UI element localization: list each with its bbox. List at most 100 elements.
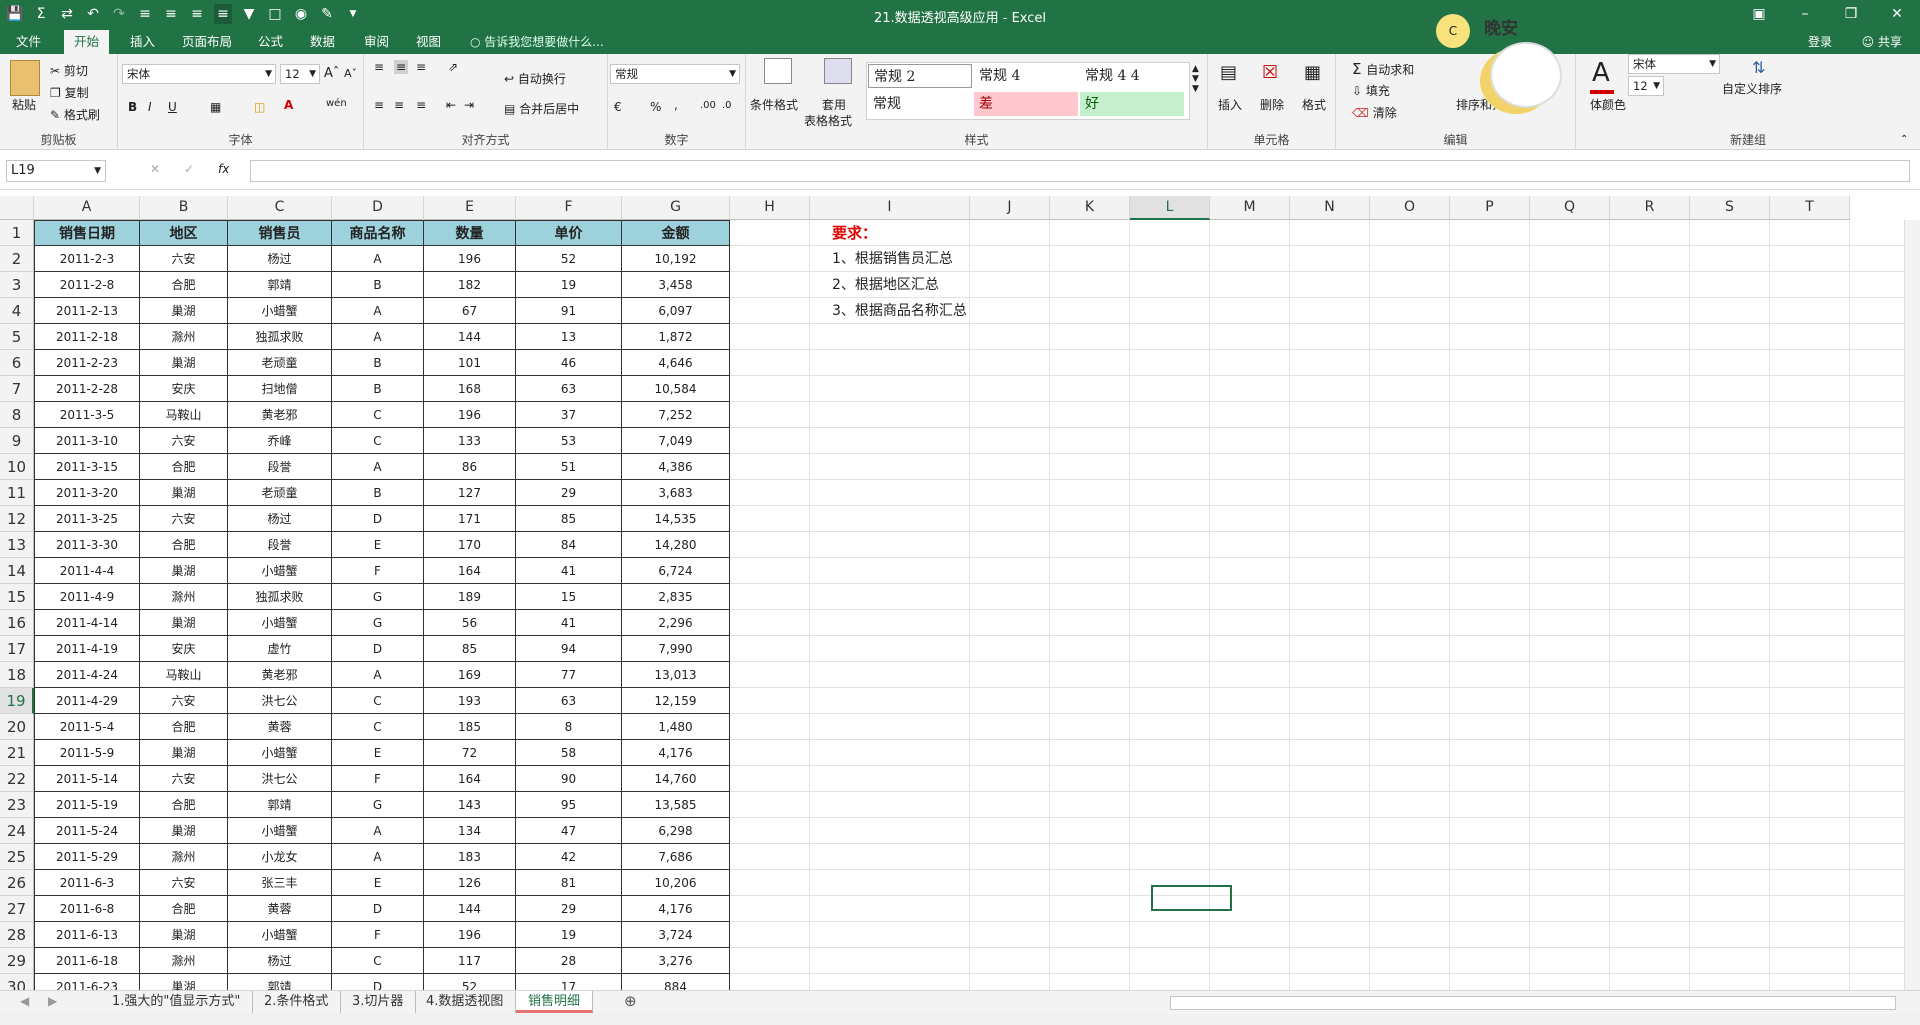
sheet-tab[interactable]: 4.数据透视图 bbox=[414, 991, 517, 1013]
column-header-b[interactable]: B bbox=[140, 196, 228, 220]
column-header-i[interactable]: I bbox=[810, 196, 970, 220]
clear-button[interactable]: ⌫ 清除 bbox=[1352, 104, 1397, 121]
sheet-tab-active[interactable]: 销售明细 bbox=[516, 991, 594, 1013]
table-cell[interactable]: 10,206 bbox=[622, 870, 730, 896]
table-cell[interactable]: 杨过 bbox=[228, 246, 332, 272]
table-cell[interactable]: 黄蓉 bbox=[228, 896, 332, 922]
table-cell[interactable]: 63 bbox=[516, 688, 622, 714]
cancel-icon[interactable]: ✕ bbox=[150, 162, 160, 176]
enter-icon[interactable]: ✓ bbox=[184, 162, 194, 176]
table-cell[interactable]: 黄老邪 bbox=[228, 662, 332, 688]
table-cell[interactable]: 171 bbox=[424, 506, 516, 532]
table-cell[interactable]: 2011-5-4 bbox=[34, 714, 140, 740]
column-header-j[interactable]: J bbox=[970, 196, 1050, 220]
table-header-cell[interactable]: 销售员 bbox=[228, 220, 332, 246]
column-header-t[interactable]: T bbox=[1770, 196, 1850, 220]
orientation-icon[interactable]: ⇗ bbox=[448, 60, 458, 74]
row-header[interactable]: 30 bbox=[0, 974, 34, 990]
gallery-scroll-icon[interactable]: ▲ ▼ ▼ bbox=[1192, 64, 1199, 94]
table-cell[interactable]: 52 bbox=[516, 246, 622, 272]
phonetic-icon[interactable]: wén bbox=[326, 98, 347, 109]
table-cell[interactable]: 小蜡蟹 bbox=[228, 818, 332, 844]
table-cell[interactable]: 郭靖 bbox=[228, 272, 332, 298]
newgroup-font-combo[interactable]: 宋体 ▼ bbox=[1628, 54, 1720, 74]
row-header[interactable]: 13 bbox=[0, 532, 34, 558]
column-header-f[interactable]: F bbox=[516, 196, 622, 220]
row-header[interactable]: 8 bbox=[0, 402, 34, 428]
table-cell[interactable]: 41 bbox=[516, 558, 622, 584]
table-cell[interactable]: 独孤求败 bbox=[228, 584, 332, 610]
collapse-ribbon-icon[interactable]: ⌃ bbox=[1900, 134, 1908, 145]
row-header[interactable]: 9 bbox=[0, 428, 34, 454]
row-header[interactable]: 22 bbox=[0, 766, 34, 792]
table-cell[interactable]: 3,458 bbox=[622, 272, 730, 298]
table-cell[interactable]: 2,835 bbox=[622, 584, 730, 610]
table-cell[interactable]: A bbox=[332, 454, 424, 480]
table-cell[interactable]: 67 bbox=[424, 298, 516, 324]
comma-button[interactable]: , bbox=[674, 98, 678, 112]
tab-home[interactable]: 开始 bbox=[64, 30, 110, 54]
borders-icon[interactable]: ▦ bbox=[210, 100, 221, 114]
table-header-cell[interactable]: 商品名称 bbox=[332, 220, 424, 246]
column-header-m[interactable]: M bbox=[1210, 196, 1290, 220]
table-cell[interactable]: 90 bbox=[516, 766, 622, 792]
table-cell[interactable]: 182 bbox=[424, 272, 516, 298]
table-cell[interactable]: 28 bbox=[516, 948, 622, 974]
table-cell[interactable]: 2011-4-14 bbox=[34, 610, 140, 636]
format-as-table-label[interactable]: 表格格式 bbox=[804, 112, 852, 129]
table-cell[interactable]: B bbox=[332, 350, 424, 376]
align-middle-icon[interactable]: ≡ bbox=[394, 60, 409, 74]
increase-decimal-icon[interactable]: .00 bbox=[700, 100, 716, 111]
table-cell[interactable]: 六安 bbox=[140, 428, 228, 454]
table-cell[interactable]: 乔峰 bbox=[228, 428, 332, 454]
table-cell[interactable]: 164 bbox=[424, 766, 516, 792]
table-cell[interactable]: 2011-5-24 bbox=[34, 818, 140, 844]
table-cell[interactable]: 2011-6-18 bbox=[34, 948, 140, 974]
table-cell[interactable]: 滁州 bbox=[140, 948, 228, 974]
horizontal-scrollbar[interactable] bbox=[1170, 996, 1896, 1010]
row-header[interactable]: 5 bbox=[0, 324, 34, 350]
column-header-q[interactable]: Q bbox=[1530, 196, 1610, 220]
table-cell[interactable]: 六安 bbox=[140, 688, 228, 714]
table-cell[interactable]: 2011-4-24 bbox=[34, 662, 140, 688]
sheet-tab[interactable]: 3.切片器 bbox=[340, 991, 417, 1013]
table-cell[interactable]: 洪七公 bbox=[228, 688, 332, 714]
table-cell[interactable]: 84 bbox=[516, 532, 622, 558]
tab-view[interactable]: 视图 bbox=[406, 30, 451, 54]
table-cell[interactable]: 2011-2-8 bbox=[34, 272, 140, 298]
font-name-combo[interactable]: 宋体 ▼ bbox=[122, 64, 276, 84]
table-cell[interactable]: 小蜡蟹 bbox=[228, 740, 332, 766]
insert-function-button[interactable]: fx bbox=[218, 162, 229, 176]
table-cell[interactable]: 2011-2-28 bbox=[34, 376, 140, 402]
column-header-c[interactable]: C bbox=[228, 196, 332, 220]
table-cell[interactable]: 86 bbox=[424, 454, 516, 480]
table-cell[interactable]: 12,159 bbox=[622, 688, 730, 714]
table-cell[interactable]: A bbox=[332, 818, 424, 844]
tell-me-box[interactable]: ○ 告诉我您想要做什么... bbox=[470, 30, 604, 54]
table-cell[interactable]: 合肥 bbox=[140, 792, 228, 818]
column-header-n[interactable]: N bbox=[1290, 196, 1370, 220]
style-bad[interactable]: 差 bbox=[974, 92, 1078, 116]
table-cell[interactable]: 41 bbox=[516, 610, 622, 636]
table-cell[interactable]: 95 bbox=[516, 792, 622, 818]
table-header-cell[interactable]: 销售日期 bbox=[34, 220, 140, 246]
column-header-k[interactable]: K bbox=[1050, 196, 1130, 220]
table-cell[interactable]: 77 bbox=[516, 662, 622, 688]
table-cell[interactable]: 6,298 bbox=[622, 818, 730, 844]
table-cell[interactable]: 4,176 bbox=[622, 896, 730, 922]
table-cell[interactable]: C bbox=[332, 402, 424, 428]
delete-cells-icon[interactable]: ☒ bbox=[1262, 62, 1278, 83]
copy-button[interactable]: ❐ 复制 bbox=[50, 84, 89, 101]
column-header-r[interactable]: R bbox=[1610, 196, 1690, 220]
row-header[interactable]: 18 bbox=[0, 662, 34, 688]
ribbon-display-icon[interactable]: ▣ bbox=[1736, 0, 1782, 30]
table-cell[interactable]: 127 bbox=[424, 480, 516, 506]
table-cell[interactable]: 144 bbox=[424, 896, 516, 922]
column-header-p[interactable]: P bbox=[1450, 196, 1530, 220]
conditional-format-button[interactable]: 条件格式 bbox=[750, 96, 798, 113]
row-header[interactable]: 21 bbox=[0, 740, 34, 766]
insert-cells-icon[interactable]: ▤ bbox=[1220, 62, 1237, 83]
table-cell[interactable]: 老顽童 bbox=[228, 480, 332, 506]
worksheet-grid[interactable]: ABCDEFGHIJKLMNOPQRST 1 2 3 4 5 6 7 8 9 10 11 12 13 14… bbox=[0, 196, 1920, 990]
table-cell[interactable]: D bbox=[332, 506, 424, 532]
